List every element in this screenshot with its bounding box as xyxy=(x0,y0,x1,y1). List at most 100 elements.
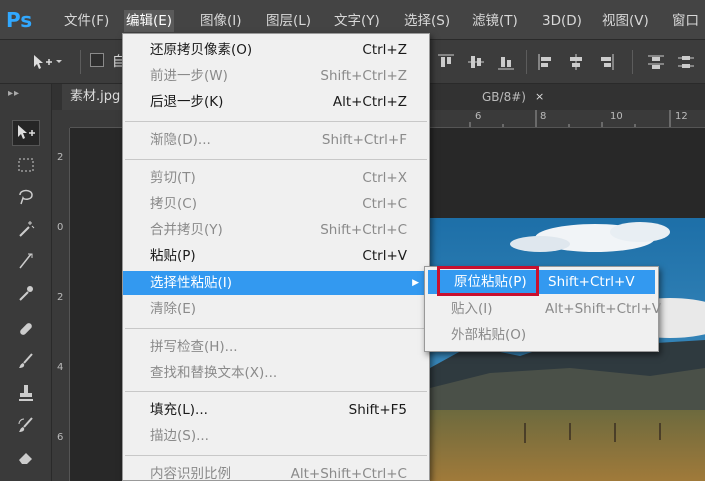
menu-separator xyxy=(125,391,427,392)
distribute-center-icon[interactable] xyxy=(676,52,696,72)
photoshop-logo: Ps xyxy=(6,8,33,32)
menu-item-label: 前进一步(W) xyxy=(150,68,228,84)
move-tool-icon xyxy=(18,125,35,139)
menu-item-shortcut: Ctrl+Z xyxy=(362,42,407,58)
ruler-label: 0 xyxy=(57,222,64,233)
menu-item-label: 渐隐(D)... xyxy=(150,132,211,148)
document-tab-info: GB/8#) xyxy=(482,90,526,104)
menu-item-shortcut: Shift+Ctrl+C xyxy=(320,222,407,238)
menu-item-paste-special[interactable]: 选择性粘贴(I) ▶ xyxy=(123,271,429,295)
crop-tool[interactable] xyxy=(12,248,40,274)
menu-item-label: 查找和替换文本(X)... xyxy=(150,365,278,381)
move-tool[interactable] xyxy=(12,120,40,146)
menu-layer[interactable]: 图层(L) xyxy=(266,10,311,32)
lasso-tool[interactable] xyxy=(12,184,40,210)
bandage-icon xyxy=(20,323,32,335)
menu-item-shortcut: Ctrl+X xyxy=(362,170,407,186)
menu-edit[interactable]: 编辑(E) xyxy=(124,10,175,32)
ruler-vertical: 2 0 2 4 6 xyxy=(52,128,70,481)
menu-separator xyxy=(125,455,427,456)
menu-select[interactable]: 选择(S) xyxy=(404,10,450,32)
menu-item-step-backward[interactable]: 后退一步(K) Alt+Ctrl+Z xyxy=(123,90,429,114)
ruler-label: 6 xyxy=(475,111,482,122)
menu-item-shortcut: Shift+Ctrl+F xyxy=(321,132,407,148)
menu-file[interactable]: 文件(F) xyxy=(64,10,109,32)
menu-item-copy[interactable]: 拷贝(C) Ctrl+C xyxy=(123,192,429,216)
toolbox: ▸▸ xyxy=(0,84,52,481)
menu-item-shortcut: Alt+Shift+Ctrl+V xyxy=(545,301,662,317)
close-tab-icon[interactable]: × xyxy=(535,84,544,110)
menu-item-spell-check[interactable]: 拼写检查(H)... xyxy=(123,335,429,359)
menu-item-fill[interactable]: 填充(L)... Shift+F5 xyxy=(123,398,429,422)
menu-item-shortcut: Ctrl+C xyxy=(362,196,407,212)
history-brush-tool[interactable] xyxy=(12,412,40,438)
options-separator xyxy=(526,50,527,74)
eyedropper-tool[interactable] xyxy=(12,280,40,306)
menu-item-step-forward[interactable]: 前进一步(W) Shift+Ctrl+Z xyxy=(123,64,429,88)
menu-item-copy-merged[interactable]: 合并拷贝(Y) Shift+Ctrl+C xyxy=(123,218,429,242)
ruler-label: 10 xyxy=(610,111,623,122)
marquee-tool[interactable] xyxy=(12,152,40,178)
submenu-item-paste-outside[interactable]: 外部粘贴(O) xyxy=(425,323,658,347)
magic-wand-tool[interactable] xyxy=(12,216,40,242)
ruler-label: 12 xyxy=(675,111,688,122)
align-right-icon[interactable] xyxy=(596,52,616,72)
auto-select-checkbox[interactable] xyxy=(90,53,104,67)
menu-item-shortcut: Shift+Ctrl+V xyxy=(548,274,635,290)
submenu-arrow-icon: ▶ xyxy=(412,278,419,288)
menu-separator xyxy=(125,159,427,160)
submenu-item-paste-into[interactable]: 贴入(I) Alt+Shift+Ctrl+V xyxy=(425,297,662,321)
ruler-label: 6 xyxy=(57,432,64,443)
menu-item-paste[interactable]: 粘贴(P) Ctrl+V xyxy=(123,244,429,268)
menu-item-cut[interactable]: 剪切(T) Ctrl+X xyxy=(123,166,429,190)
toolbox-collapse-icon[interactable]: ▸▸ xyxy=(8,88,20,99)
history-brush-icon xyxy=(18,417,33,432)
move-tool-preset-icon[interactable] xyxy=(30,52,64,72)
menu-item-undo[interactable]: 还原拷贝像素(O) Ctrl+Z xyxy=(123,38,429,62)
align-bottom-icon[interactable] xyxy=(496,52,516,72)
menu-item-find-replace[interactable]: 查找和替换文本(X)... xyxy=(123,361,429,385)
menu-item-label: 填充(L)... xyxy=(150,402,208,418)
menu-item-shortcut: Ctrl+V xyxy=(362,248,407,264)
ruler-label: 2 xyxy=(57,292,64,303)
menu-item-content-aware-scale[interactable]: 内容识别比例 Alt+Shift+Ctrl+C xyxy=(123,462,429,481)
menu-item-label: 外部粘贴(O) xyxy=(451,327,527,343)
magic-wand-icon xyxy=(19,221,35,237)
align-horizontal-center-icon[interactable] xyxy=(566,52,586,72)
menu-item-stroke[interactable]: 描边(S)... xyxy=(123,424,429,448)
brush-tool[interactable] xyxy=(12,348,40,374)
align-left-icon[interactable] xyxy=(536,52,556,72)
menu-separator xyxy=(125,328,427,329)
menu-image[interactable]: 图像(I) xyxy=(200,10,242,32)
ruler-label: 8 xyxy=(540,111,547,122)
options-separator xyxy=(632,50,633,74)
menu-item-label: 拼写检查(H)... xyxy=(150,339,238,355)
menu-view[interactable]: 视图(V) xyxy=(602,10,649,32)
menu-item-label: 粘贴(P) xyxy=(150,248,196,264)
edit-menu-dropdown: 还原拷贝像素(O) Ctrl+Z 前进一步(W) Shift+Ctrl+Z 后退… xyxy=(122,33,430,481)
eraser-tool[interactable] xyxy=(12,444,40,470)
crop-icon xyxy=(19,253,33,269)
clone-stamp-tool[interactable] xyxy=(12,380,40,406)
menu-item-label: 剪切(T) xyxy=(150,170,196,186)
healing-brush-tool[interactable] xyxy=(12,316,40,342)
menu-item-shortcut: Alt+Shift+Ctrl+C xyxy=(290,466,407,481)
menu-window[interactable]: 窗口 xyxy=(672,10,699,32)
align-top-icon[interactable] xyxy=(436,52,456,72)
menu-item-label: 后退一步(K) xyxy=(150,94,224,110)
align-vertical-center-icon[interactable] xyxy=(466,52,486,72)
menu-separator xyxy=(125,121,427,122)
lasso-icon xyxy=(19,189,33,205)
menu-item-fade[interactable]: 渐隐(D)... Shift+Ctrl+F xyxy=(123,128,429,152)
options-separator xyxy=(80,50,81,74)
eraser-icon xyxy=(19,453,32,464)
distribute-top-icon[interactable] xyxy=(646,52,666,72)
menu-type[interactable]: 文字(Y) xyxy=(334,10,380,32)
menu-item-shortcut: Shift+Ctrl+Z xyxy=(320,68,407,84)
stamp-icon xyxy=(19,385,33,401)
menu-item-clear[interactable]: 清除(E) xyxy=(123,297,429,321)
menu-3d[interactable]: 3D(D) xyxy=(542,10,582,32)
menu-filter[interactable]: 滤镜(T) xyxy=(472,10,518,32)
brush-icon xyxy=(19,353,33,368)
document-tab[interactable]: 素材.jpg xyxy=(62,84,129,110)
